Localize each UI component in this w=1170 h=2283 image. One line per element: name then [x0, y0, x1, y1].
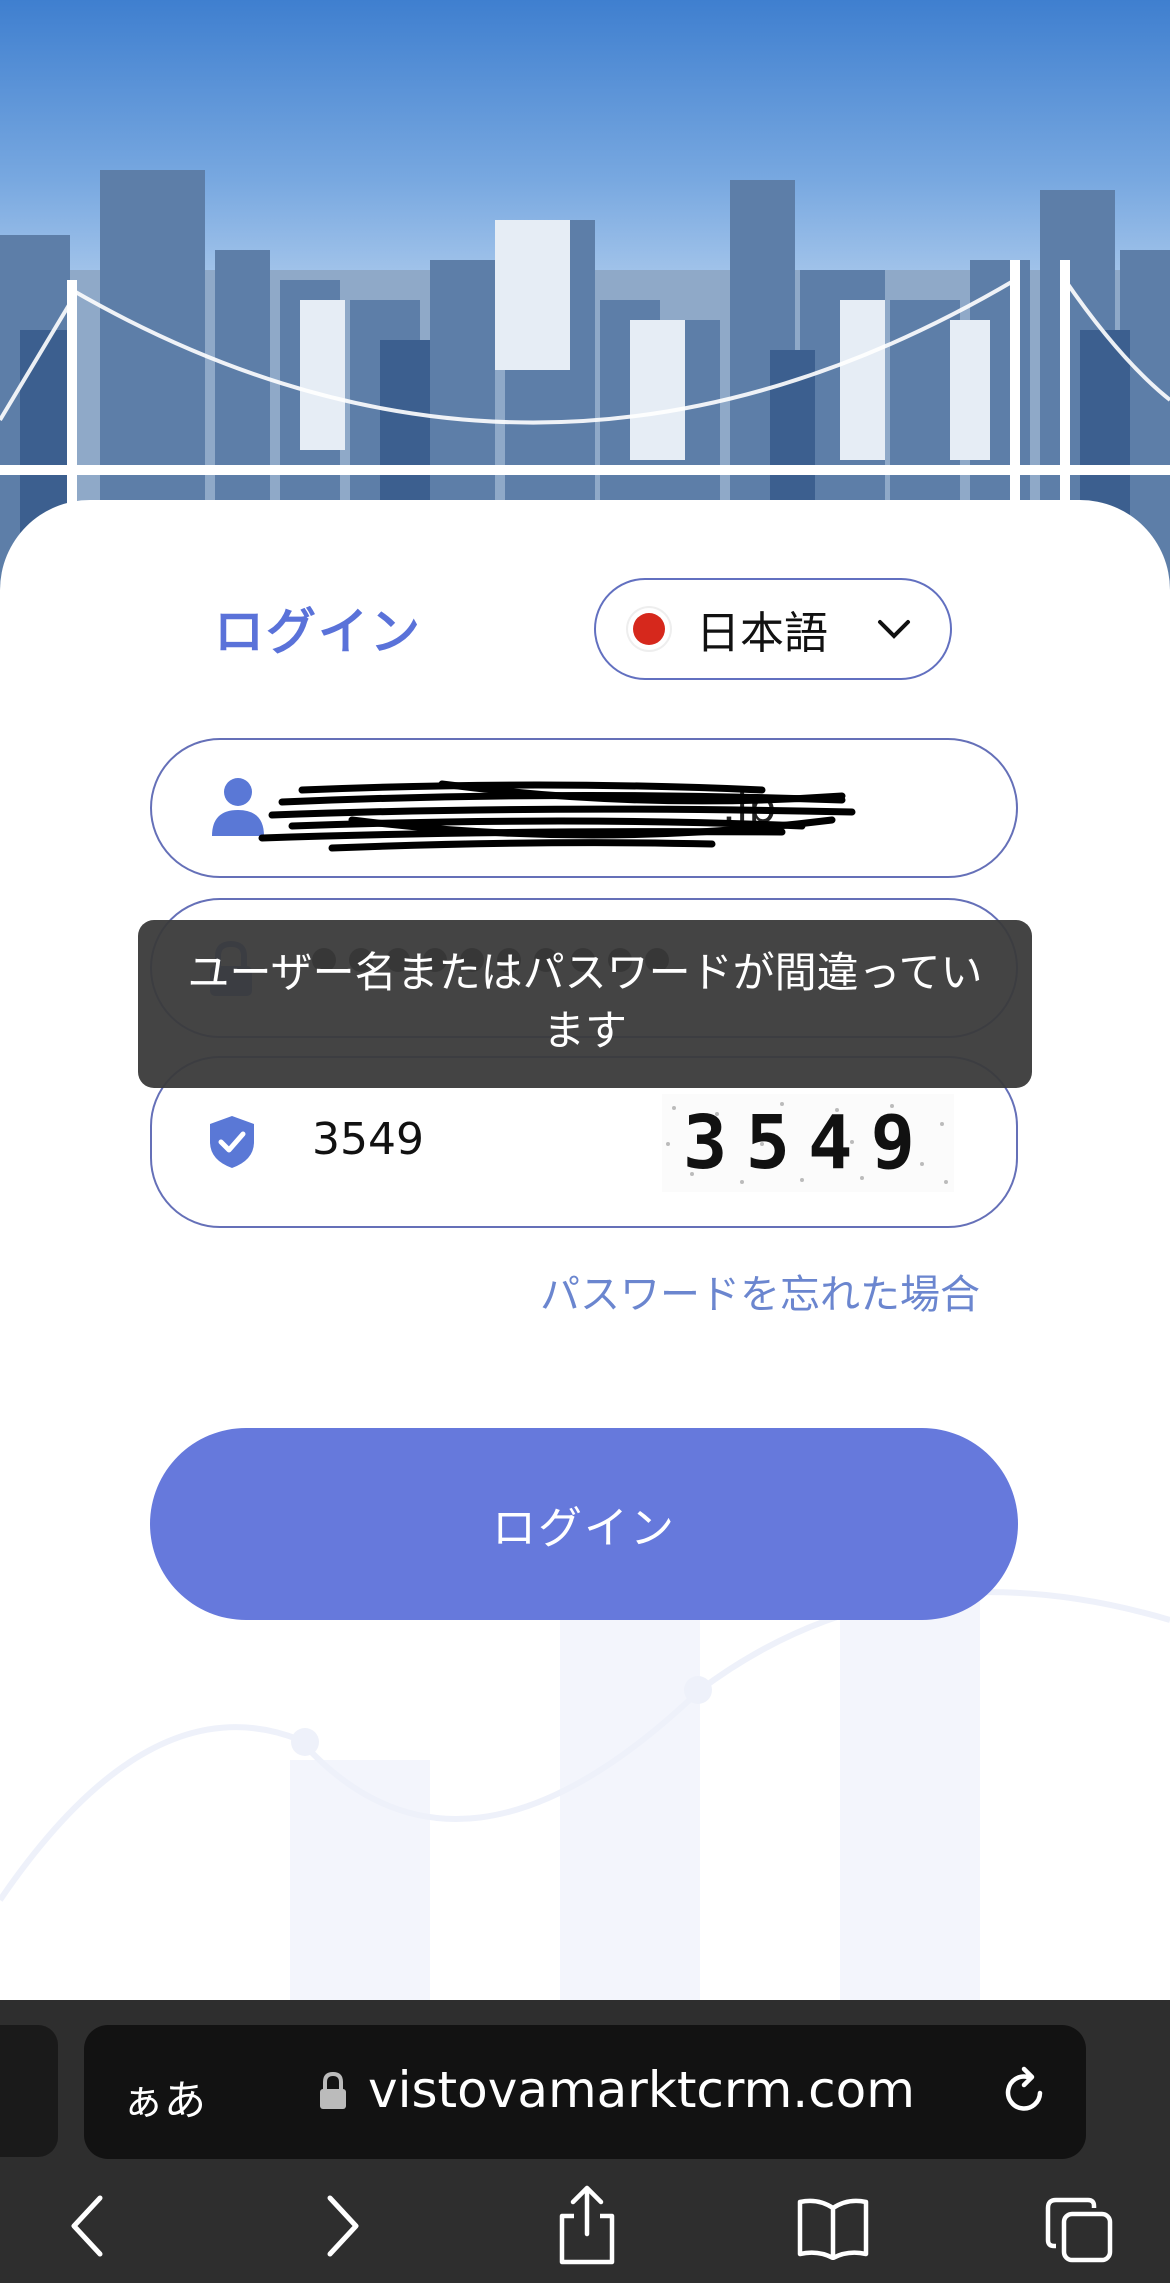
username-field[interactable]: .jp	[150, 738, 1018, 878]
captcha-image[interactable]: 3549	[662, 1094, 954, 1192]
redaction-scribble	[258, 780, 856, 852]
page-title: ログイン	[214, 603, 422, 661]
forward-icon[interactable]	[316, 2190, 368, 2262]
forgot-password-link[interactable]: パスワードを忘れた場合	[540, 1262, 980, 1320]
reload-icon[interactable]	[998, 2063, 1050, 2119]
tabs-icon[interactable]	[1044, 2196, 1116, 2266]
login-button[interactable]: ログイン	[150, 1428, 1018, 1620]
url-text: vistovamarktcrm.com	[368, 2061, 915, 2119]
bookmarks-icon[interactable]	[796, 2196, 870, 2260]
shield-check-icon	[210, 1116, 254, 1168]
japan-flag-icon	[628, 608, 670, 650]
lock-icon	[320, 2071, 346, 2109]
background-decoration	[0, 1560, 1170, 2000]
back-icon[interactable]	[62, 2190, 114, 2262]
text-size-button[interactable]: ぁあ	[122, 2067, 206, 2128]
language-selector[interactable]: 日本語	[594, 578, 952, 680]
browser-toolbar: ぁあ vistovamarktcrm.com	[0, 2000, 1170, 2283]
chevron-down-icon	[878, 620, 910, 639]
error-toast: ユーザー名またはパスワードが間違っています	[138, 920, 1032, 1088]
address-bar[interactable]: ぁあ vistovamarktcrm.com	[84, 2025, 1086, 2159]
language-label: 日本語	[696, 608, 828, 659]
captcha-image-text: 3549	[682, 1100, 934, 1186]
previous-tab-peek[interactable]	[0, 2025, 58, 2157]
login-card: ログイン 日本語 .jp 3549 3549 パスワードを忘れた場合 ログイン	[0, 500, 1170, 2000]
captcha-input-value: 3549	[312, 1114, 424, 1165]
share-icon[interactable]	[556, 2182, 618, 2268]
